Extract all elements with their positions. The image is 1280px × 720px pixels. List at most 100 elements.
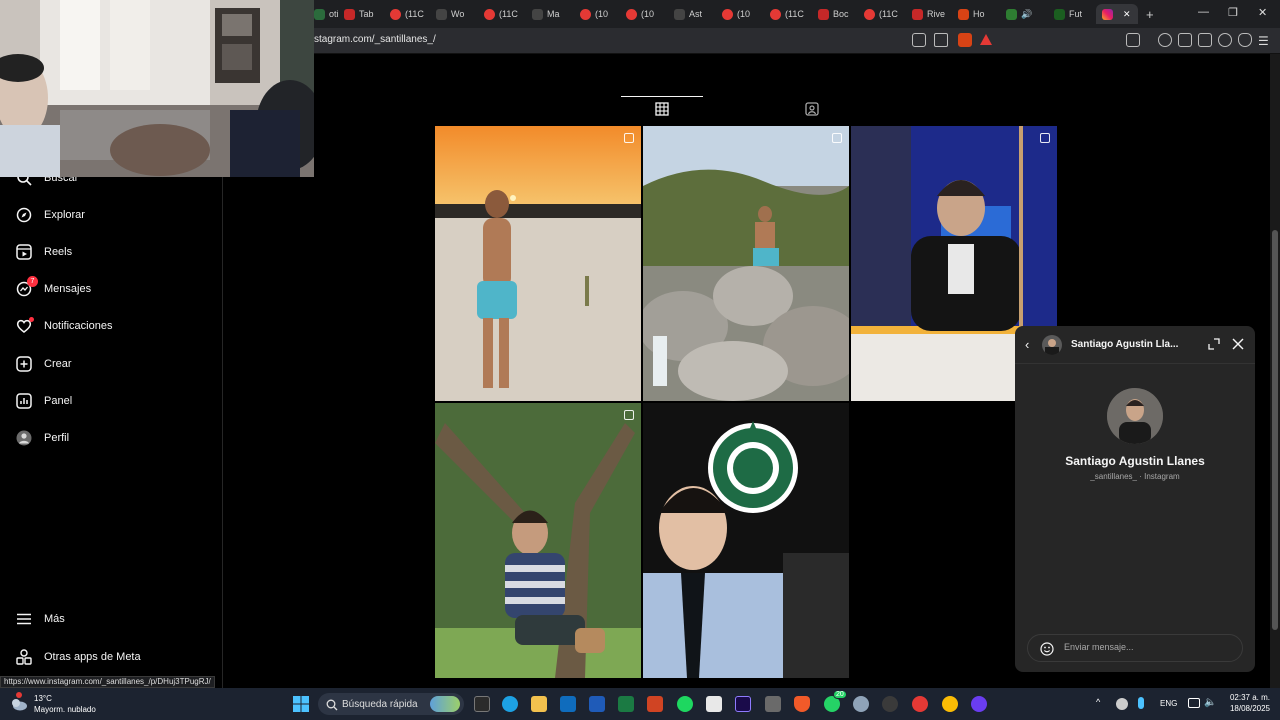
- restore-icon[interactable]: ❐: [1228, 6, 1238, 19]
- vpn-shield-icon[interactable]: [1238, 33, 1252, 47]
- powerpoint-icon[interactable]: [647, 696, 663, 712]
- post-thumbnail[interactable]: [435, 403, 641, 678]
- taskbar-search[interactable]: Búsqueda rápida: [318, 693, 464, 715]
- premiere-icon[interactable]: [735, 696, 751, 712]
- reels-icon: [16, 244, 32, 260]
- brave-icon[interactable]: [794, 696, 810, 712]
- sidebar-item-reels[interactable]: Reels: [16, 244, 72, 260]
- sidebar-item-panel[interactable]: Panel: [16, 393, 72, 409]
- close-icon[interactable]: [1232, 337, 1244, 350]
- whatsapp-icon[interactable]: 20: [824, 690, 847, 712]
- github-icon[interactable]: [882, 696, 898, 712]
- post-thumbnail[interactable]: [643, 126, 849, 401]
- url-text[interactable]: stagram.com/_santillanes_/: [314, 34, 436, 45]
- browser-tab[interactable]: Wo: [436, 4, 476, 24]
- windows-start-icon[interactable]: [293, 696, 309, 712]
- wallet-icon[interactable]: [1198, 33, 1212, 47]
- post-thumbnail[interactable]: [643, 403, 849, 678]
- browser-tab[interactable]: (11C: [770, 4, 810, 24]
- sidebar-item-notifications[interactable]: Notificaciones: [16, 317, 112, 334]
- excel-icon[interactable]: [618, 696, 634, 712]
- browser-tab[interactable]: Tab: [344, 4, 384, 24]
- spotify-icon[interactable]: [677, 696, 693, 712]
- multi-photo-icon: [1040, 133, 1050, 143]
- heart-icon: [16, 317, 34, 334]
- microphone-icon[interactable]: [1138, 697, 1144, 709]
- tab-label: oti: [329, 9, 339, 19]
- share-icon[interactable]: [934, 33, 948, 47]
- profile-avatar-large[interactable]: [1107, 388, 1163, 444]
- browser-tab[interactable]: (11C: [864, 4, 904, 24]
- browser-tab[interactable]: (10: [580, 4, 620, 24]
- scrollbar-thumb[interactable]: [1272, 230, 1278, 630]
- browser-tab-active[interactable]: ✕: [1096, 4, 1138, 24]
- close-tab-icon[interactable]: ✕: [1123, 9, 1131, 20]
- leo-ai-icon[interactable]: [1218, 33, 1232, 47]
- store-icon[interactable]: [706, 696, 722, 712]
- sidebar-item-meta-apps[interactable]: Otras apps de Meta: [16, 649, 141, 665]
- chrome-icon[interactable]: [942, 696, 958, 712]
- browser-tab[interactable]: (11C: [484, 4, 524, 24]
- weather-temp[interactable]: 13°C: [34, 694, 52, 703]
- post-thumbnail[interactable]: [435, 126, 641, 401]
- new-tab-button[interactable]: +: [1146, 4, 1158, 24]
- browser-tab[interactable]: (10: [626, 4, 666, 24]
- chevron-up-icon[interactable]: ^: [1096, 697, 1100, 707]
- task-view-icon[interactable]: [474, 696, 490, 712]
- tab-tagged[interactable]: [771, 96, 853, 126]
- tray-app-icon[interactable]: [1116, 698, 1128, 710]
- profile-subtitle: _santillanes_ · Instagram: [1090, 472, 1180, 481]
- sidebar-item-explore[interactable]: Explorar: [16, 207, 85, 223]
- browser-tab[interactable]: Rive: [912, 4, 952, 24]
- outlook-icon[interactable]: [560, 696, 576, 712]
- post-image: [435, 126, 641, 401]
- tab-label: Boc: [833, 9, 849, 19]
- file-explorer-icon[interactable]: [531, 696, 547, 712]
- browser-tab[interactable]: Ast: [674, 4, 714, 24]
- settings-icon[interactable]: [853, 696, 869, 712]
- browser-tab[interactable]: Ma: [532, 4, 572, 24]
- brave-shield-icon[interactable]: [958, 33, 972, 47]
- sidebar-toggle-icon[interactable]: [1178, 33, 1192, 47]
- network-icon[interactable]: [1188, 698, 1200, 708]
- clock-time[interactable]: 02:37 a. m.: [1224, 693, 1270, 702]
- browser-tab[interactable]: (10: [722, 4, 762, 24]
- minimize-icon[interactable]: —: [1198, 6, 1209, 18]
- browser-tab[interactable]: Fut: [1054, 4, 1094, 24]
- volume-icon[interactable]: 🔈: [1204, 697, 1216, 708]
- music-icon[interactable]: [1158, 33, 1172, 47]
- browser-tab[interactable]: (11C: [390, 4, 430, 24]
- weather-desc[interactable]: Mayorm. nublado: [34, 705, 96, 714]
- sidebar-item-label: Reels: [44, 246, 73, 258]
- sidebar-item-more[interactable]: Más: [16, 611, 65, 627]
- emoji-icon[interactable]: [1040, 642, 1054, 656]
- sidebar-item-messages[interactable]: 7 Mensajes: [16, 276, 91, 297]
- message-input[interactable]: [1064, 642, 1234, 652]
- clock-date[interactable]: 18/08/2025: [1224, 704, 1270, 713]
- edge-icon[interactable]: [502, 696, 518, 712]
- browser-tab[interactable]: 🔊: [1006, 4, 1050, 24]
- expand-icon[interactable]: [1208, 337, 1220, 350]
- sidebar-item-create[interactable]: Crear: [16, 356, 72, 372]
- back-arrow-icon[interactable]: ‹: [1025, 337, 1029, 352]
- tab-favicon-icon: [674, 8, 685, 20]
- rewards-icon[interactable]: [980, 34, 992, 45]
- app-icon[interactable]: [971, 696, 987, 712]
- browser-tab[interactable]: oti: [314, 4, 340, 24]
- chat-contact-name[interactable]: Santiago Agustin Lla...: [1071, 339, 1178, 350]
- language-indicator[interactable]: ENG: [1160, 699, 1177, 708]
- sidebar-item-label: Perfil: [44, 432, 70, 444]
- word-icon[interactable]: [589, 696, 605, 712]
- browser-tab[interactable]: Ho: [958, 4, 998, 24]
- screenshot-icon[interactable]: [1126, 33, 1140, 47]
- tab-posts[interactable]: [621, 96, 703, 126]
- weather-icon[interactable]: [10, 692, 28, 712]
- menu-icon[interactable]: ☰: [1258, 34, 1269, 48]
- cast-icon[interactable]: [912, 33, 926, 47]
- sidebar-item-profile[interactable]: Perfil: [16, 430, 69, 446]
- multi-photo-icon: [832, 133, 842, 143]
- browser-tab[interactable]: Boc: [818, 4, 858, 24]
- close-window-icon[interactable]: ✕: [1258, 6, 1267, 19]
- youtube-icon[interactable]: [912, 696, 928, 712]
- app-icon[interactable]: [765, 696, 781, 712]
